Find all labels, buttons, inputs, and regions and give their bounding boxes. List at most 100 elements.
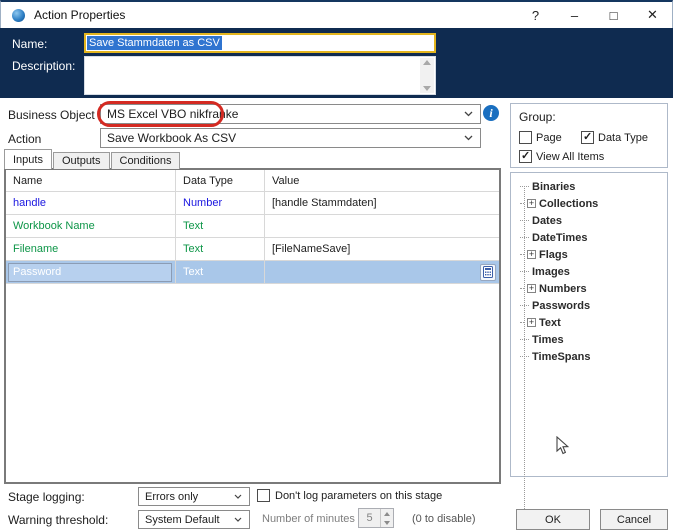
table-row-password[interactable]: Password Text	[6, 261, 499, 284]
cell-value[interactable]	[265, 261, 499, 283]
tree-item-binaries[interactable]: Binaries	[511, 178, 667, 195]
close-button[interactable]: ✕	[633, 2, 672, 28]
table-row-workbook-name[interactable]: Workbook Name Text	[6, 215, 499, 238]
spinner-down-icon[interactable]	[384, 520, 390, 525]
tree-item-numbers[interactable]: + Numbers	[511, 280, 667, 297]
tree-connector	[520, 203, 524, 204]
group-panel: Group: ✓ Page ✓ Data Type ✓ View All Ite…	[510, 103, 668, 168]
expand-icon[interactable]: +	[527, 199, 536, 208]
action-label: Action	[8, 132, 42, 146]
business-object-dropdown[interactable]: MS Excel VBO nikfranke	[100, 104, 481, 124]
ok-button[interactable]: OK	[516, 509, 590, 530]
view-all-items-checkbox[interactable]: ✓	[519, 150, 532, 163]
view-all-items-checkbox-label: View All Items	[536, 150, 605, 163]
help-button[interactable]: ?	[516, 2, 555, 28]
blueprism-app-icon	[12, 8, 25, 22]
tree-connector	[520, 254, 524, 255]
description-scrollbar[interactable]	[420, 58, 434, 93]
scrollbar-down-icon[interactable]	[423, 86, 431, 91]
tree-connector	[520, 322, 524, 323]
cell-data-type: Text	[176, 238, 265, 260]
tree-item-text[interactable]: + Text	[511, 314, 667, 331]
business-object-label: Business Object	[8, 108, 95, 122]
cell-name[interactable]: Filename	[6, 238, 176, 260]
minutes-spinner[interactable]: 5	[358, 508, 394, 528]
window-title: Action Properties	[34, 8, 126, 22]
tab-conditions[interactable]: Conditions	[110, 152, 181, 169]
page-checkbox[interactable]: ✓	[519, 131, 532, 144]
tree-item-times[interactable]: Times	[511, 331, 667, 348]
column-header-name[interactable]: Name	[6, 170, 176, 191]
name-label: Name:	[12, 37, 48, 51]
scrollbar-up-icon[interactable]	[423, 60, 431, 65]
chevron-down-icon	[234, 517, 242, 522]
minimize-button[interactable]: –	[555, 2, 594, 28]
stage-logging-label: Stage logging:	[8, 490, 85, 504]
name-input[interactable]: Save Stammdaten as CSV	[84, 33, 436, 53]
mouse-cursor	[556, 435, 570, 461]
parameter-tabs: Inputs Outputs Conditions	[4, 149, 181, 169]
window-controls: ? – □ ✕	[516, 2, 672, 28]
stage-logging-value: Errors only	[145, 490, 199, 503]
tree-connector	[520, 271, 529, 272]
tree-item-dates[interactable]: Dates	[511, 212, 667, 229]
description-textarea[interactable]	[84, 56, 436, 95]
tab-outputs[interactable]: Outputs	[52, 152, 110, 169]
data-type-checkbox-row[interactable]: ✓ Data Type	[581, 131, 648, 144]
tree-connector	[520, 220, 529, 221]
chevron-down-icon	[464, 135, 473, 141]
info-icon[interactable]: i	[483, 105, 499, 121]
action-dropdown[interactable]: Save Workbook As CSV	[100, 128, 481, 148]
column-header-data-type[interactable]: Data Type	[176, 170, 265, 191]
tree-item-collections[interactable]: + Collections	[511, 195, 667, 212]
tree-item-passwords[interactable]: Passwords	[511, 297, 667, 314]
data-type-checkbox-label: Data Type	[598, 131, 648, 144]
data-items-tree: Binaries + Collections Dates DateTimes +…	[510, 172, 668, 529]
minutes-value: 5	[366, 512, 373, 524]
cell-value[interactable]: [FileNameSave]	[265, 238, 499, 260]
table-header-row: Name Data Type Value	[6, 170, 499, 192]
title-bar[interactable]: Action Properties ? – □ ✕	[0, 0, 673, 28]
cell-data-type: Number	[176, 192, 265, 214]
group-label: Group:	[519, 110, 556, 124]
tree-item-images[interactable]: Images	[511, 263, 667, 280]
table-row-filename[interactable]: Filename Text [FileNameSave]	[6, 238, 499, 261]
number-of-minutes-label: Number of minutes	[262, 513, 355, 525]
tree-connector	[520, 186, 529, 187]
dont-log-checkbox[interactable]: ✓	[257, 489, 270, 502]
table-row-handle[interactable]: handle Number [handle Stammdaten]	[6, 192, 499, 215]
cell-name[interactable]: handle	[6, 192, 176, 214]
cell-name[interactable]: Workbook Name	[6, 215, 176, 237]
cell-name[interactable]: Password	[6, 261, 176, 283]
tree-item-timespans[interactable]: TimeSpans	[511, 348, 667, 365]
cell-value[interactable]: [handle Stammdaten]	[265, 192, 499, 214]
cell-data-type: Text	[176, 261, 265, 283]
spinner-arrows[interactable]	[380, 509, 393, 527]
data-type-checkbox[interactable]: ✓	[581, 131, 594, 144]
disable-hint-label: (0 to disable)	[412, 513, 476, 525]
column-header-value[interactable]: Value	[265, 170, 499, 191]
calculator-icon[interactable]	[480, 263, 496, 281]
page-checkbox-row[interactable]: ✓ Page	[519, 131, 562, 144]
tree-item-flags[interactable]: + Flags	[511, 246, 667, 263]
dialog-header: Name: Save Stammdaten as CSV Description…	[0, 28, 673, 98]
cancel-button[interactable]: Cancel	[600, 509, 668, 530]
stage-logging-dropdown[interactable]: Errors only	[138, 487, 250, 506]
chevron-down-icon	[464, 111, 473, 117]
warning-threshold-dropdown[interactable]: System Default	[138, 510, 250, 529]
view-all-items-checkbox-row[interactable]: ✓ View All Items	[519, 150, 604, 163]
expand-icon[interactable]: +	[527, 318, 536, 327]
spinner-up-icon[interactable]	[384, 511, 390, 516]
action-value: Save Workbook As CSV	[107, 131, 237, 145]
name-input-selected-text: Save Stammdaten as CSV	[87, 36, 222, 50]
tab-inputs[interactable]: Inputs	[4, 149, 52, 169]
expand-icon[interactable]: +	[527, 284, 536, 293]
password-name-editbox[interactable]: Password	[8, 262, 172, 282]
maximize-button[interactable]: □	[594, 2, 633, 28]
expand-icon[interactable]: +	[527, 250, 536, 259]
warning-threshold-label: Warning threshold:	[8, 513, 109, 527]
tree-item-datetimes[interactable]: DateTimes	[511, 229, 667, 246]
tree-connector	[520, 288, 524, 289]
dont-log-label: Don't log parameters on this stage	[275, 490, 443, 502]
cell-value[interactable]	[265, 215, 499, 237]
